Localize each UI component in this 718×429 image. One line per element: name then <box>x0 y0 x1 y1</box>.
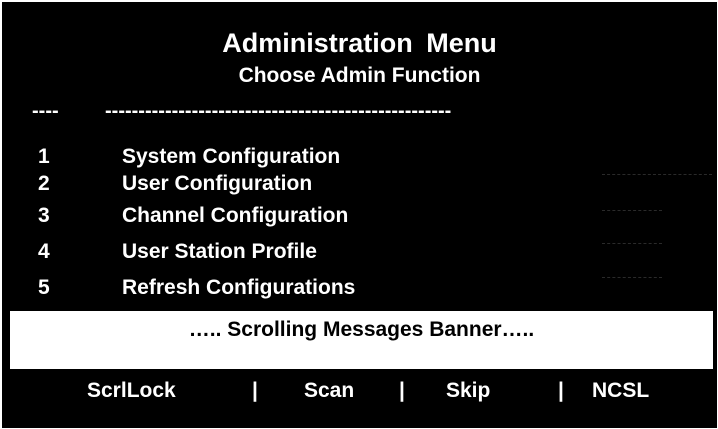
softkey-skip[interactable]: Skip <box>446 379 490 403</box>
softkey-separator: | <box>558 379 564 402</box>
softkey-ncsl[interactable]: NCSL <box>592 379 649 403</box>
menu-item-label: System Configuration <box>122 145 341 168</box>
menu-item-user-configuration[interactable]: 2 User Configuration <box>2 172 592 204</box>
menu-item-number: 4 <box>38 240 50 263</box>
menu-item-refresh-configurations[interactable]: 5 Refresh Configurations <box>2 276 592 308</box>
admin-menu-screen: Administration Menu Choose Admin Functio… <box>2 2 717 428</box>
softkey-separator: | <box>399 379 405 402</box>
menu-item-channel-configuration[interactable]: 3 Channel Configuration <box>2 204 592 236</box>
menu-item-label: Refresh Configurations <box>122 276 356 299</box>
number-column-divider: ---- <box>32 100 59 122</box>
faint-dash-line <box>602 277 662 278</box>
faint-dash-line <box>602 174 712 175</box>
scrolling-message-banner: ….. Scrolling Messages Banner….. <box>10 311 713 369</box>
softkey-scrllock[interactable]: ScrlLock <box>87 379 176 403</box>
menu-item-label: User Configuration <box>122 172 313 195</box>
menu-item-number: 2 <box>38 172 50 195</box>
menu-item-number: 3 <box>38 204 50 227</box>
menu-item-number: 1 <box>38 145 50 168</box>
menu-item-user-station-profile[interactable]: 4 User Station Profile <box>2 240 592 272</box>
faint-dash-line <box>602 210 662 211</box>
banner-text: ….. Scrolling Messages Banner….. <box>188 318 535 341</box>
softkey-scan[interactable]: Scan <box>304 379 354 403</box>
label-column-divider: ----------------------------------------… <box>105 100 452 122</box>
menu-subtitle: Choose Admin Function <box>238 64 481 87</box>
menu-title: Administration Menu <box>222 28 497 58</box>
menu-item-label: User Station Profile <box>122 240 317 263</box>
menu-item-label: Channel Configuration <box>122 204 349 227</box>
faint-dash-line <box>602 243 662 244</box>
menu-item-number: 5 <box>38 276 50 299</box>
softkey-separator: | <box>252 379 258 402</box>
